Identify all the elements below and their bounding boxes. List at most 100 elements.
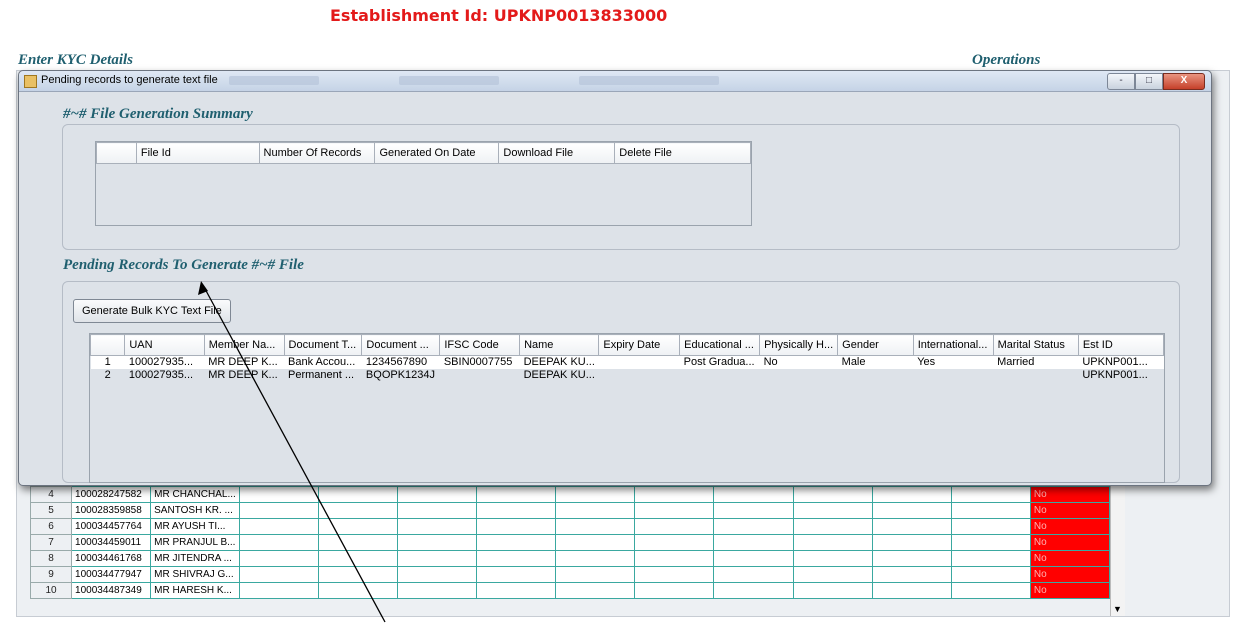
table-cell bbox=[792, 550, 873, 567]
table-row[interactable]: 8 100034461768 MR JITENDRA ... No bbox=[29, 550, 1111, 567]
scroll-down-icon[interactable]: ▼ bbox=[1113, 604, 1122, 614]
summary-table: File Id Number Of Records Generated On Dat… bbox=[96, 142, 751, 164]
pending-table-container: UAN Member Na... Document T... Document ...… bbox=[89, 333, 1165, 483]
column-header[interactable] bbox=[96, 142, 137, 164]
column-header[interactable]: Name bbox=[519, 334, 600, 356]
table-cell: Male bbox=[837, 355, 914, 369]
table-row[interactable]: 10 100034487349 MR HARESH K... No bbox=[29, 582, 1111, 599]
table-cell: 7 bbox=[29, 534, 73, 551]
table-cell: Bank Accou... bbox=[284, 355, 362, 369]
table-cell bbox=[634, 582, 715, 599]
table-cell: Post Gradua... bbox=[679, 355, 760, 369]
table-cell bbox=[792, 502, 873, 519]
column-header[interactable]: Document ... bbox=[361, 334, 441, 356]
table-cell bbox=[993, 369, 1078, 382]
table-cell: MR CHANCHAL... bbox=[150, 486, 240, 503]
table-row[interactable]: 4 100028247582 MR CHANCHAL... No bbox=[29, 486, 1111, 503]
table-cell bbox=[238, 518, 320, 535]
table-cell bbox=[871, 550, 952, 567]
table-cell bbox=[950, 550, 1031, 567]
table-cell bbox=[555, 550, 636, 567]
table-cell bbox=[634, 566, 715, 583]
column-header[interactable]: Physically H... bbox=[759, 334, 839, 356]
table-cell bbox=[713, 518, 794, 535]
column-header[interactable]: IFSC Code bbox=[439, 334, 521, 356]
table-cell: No bbox=[759, 355, 838, 369]
close-button[interactable]: X bbox=[1163, 73, 1205, 90]
table-cell bbox=[634, 486, 715, 503]
table-cell bbox=[476, 534, 557, 551]
table-cell: DEEPAK KU... bbox=[519, 355, 599, 369]
status-cell: No bbox=[1029, 502, 1111, 519]
table-cell: Permanent ... bbox=[288, 369, 355, 381]
summary-table-container: File Id Number Of Records Generated On Dat… bbox=[95, 141, 752, 226]
minimize-button[interactable]: - bbox=[1107, 73, 1135, 90]
table-cell: MR PRANJUL B... bbox=[150, 534, 240, 551]
table-cell: 8 bbox=[29, 550, 73, 567]
pending-records-heading: Pending Records To Generate #~# File bbox=[63, 257, 304, 273]
column-header[interactable]: Download File bbox=[498, 142, 616, 164]
table-cell bbox=[555, 486, 636, 503]
column-header[interactable]: International... bbox=[912, 334, 994, 356]
column-header[interactable]: Gender bbox=[837, 334, 914, 356]
table-cell bbox=[555, 518, 636, 535]
column-header[interactable]: File Id bbox=[135, 142, 260, 164]
table-cell bbox=[950, 566, 1031, 583]
maximize-button[interactable]: □ bbox=[1135, 73, 1163, 90]
blurred-region bbox=[399, 76, 499, 85]
table-cell: MR SHIVRAJ G... bbox=[150, 566, 240, 583]
table-cell: SBIN0007755 bbox=[439, 355, 520, 369]
java-app-icon bbox=[24, 75, 37, 88]
file-generation-summary-heading: #~# File Generation Summary bbox=[63, 106, 253, 122]
table-cell bbox=[713, 502, 794, 519]
table-cell: MR DEEP K... bbox=[208, 369, 278, 381]
column-header[interactable]: Number Of Records bbox=[258, 142, 376, 164]
table-cell bbox=[476, 582, 557, 599]
table-cell: Married bbox=[993, 355, 1079, 369]
column-header[interactable]: Est ID bbox=[1077, 334, 1164, 356]
table-cell: 5 bbox=[29, 502, 73, 519]
table-cell bbox=[792, 486, 873, 503]
table-row[interactable]: 6 100034457764 MR AYUSH TI... No bbox=[29, 518, 1111, 535]
table-cell: 100034487349 bbox=[71, 582, 152, 599]
table-cell bbox=[318, 486, 399, 503]
table-cell bbox=[476, 566, 557, 583]
column-header[interactable]: Delete File bbox=[614, 142, 751, 164]
table-cell bbox=[555, 502, 636, 519]
table-cell bbox=[950, 486, 1031, 503]
table-cell bbox=[680, 369, 760, 382]
table-cell bbox=[713, 550, 794, 567]
table-cell bbox=[871, 518, 952, 535]
table-cell bbox=[713, 566, 794, 583]
background-scrollbar[interactable]: ▼ bbox=[1110, 470, 1125, 616]
table-cell bbox=[397, 486, 478, 503]
column-header[interactable]: UAN bbox=[124, 334, 205, 356]
table-cell bbox=[318, 518, 399, 535]
table-row[interactable]: 5 100028359858 SANTOSH KR. ... No bbox=[29, 502, 1111, 519]
column-header[interactable]: Generated On Date bbox=[374, 142, 500, 164]
table-cell bbox=[871, 566, 952, 583]
status-cell: No bbox=[1029, 486, 1111, 503]
column-header[interactable]: Educational ... bbox=[679, 334, 761, 356]
dialog-titlebar[interactable]: Pending records to generate text file - … bbox=[19, 71, 1211, 92]
table-cell bbox=[792, 534, 873, 551]
table-cell bbox=[555, 566, 636, 583]
enter-kyc-heading: Enter KYC Details bbox=[18, 52, 134, 68]
table-row[interactable]: 7 100034459011 MR PRANJUL B... No bbox=[29, 534, 1111, 551]
table-row[interactable]: 1 100027935... MR DEEP K... Bank Accou... 12… bbox=[90, 355, 1164, 369]
status-cell: No bbox=[1029, 582, 1111, 599]
status-cell: No bbox=[1029, 550, 1111, 567]
table-cell bbox=[760, 369, 838, 382]
column-header[interactable]: Expiry Date bbox=[598, 334, 681, 356]
column-header[interactable]: Member Na... bbox=[203, 334, 285, 356]
column-header[interactable]: Document T... bbox=[283, 334, 363, 356]
table-cell: 2 bbox=[104, 369, 111, 381]
table-cell bbox=[476, 550, 557, 567]
column-header[interactable]: Marital Status bbox=[992, 334, 1079, 356]
table-row[interactable]: 2 100027935... MR DEEP K... Permanent ... BQ… bbox=[91, 369, 1164, 382]
operations-heading: Operations bbox=[972, 52, 1041, 68]
table-cell bbox=[238, 534, 320, 551]
table-row[interactable]: 9 100034477947 MR SHIVRAJ G... No bbox=[29, 566, 1111, 583]
column-header[interactable] bbox=[90, 334, 126, 356]
generate-bulk-kyc-button[interactable]: Generate Bulk KYC Text File bbox=[73, 299, 231, 323]
